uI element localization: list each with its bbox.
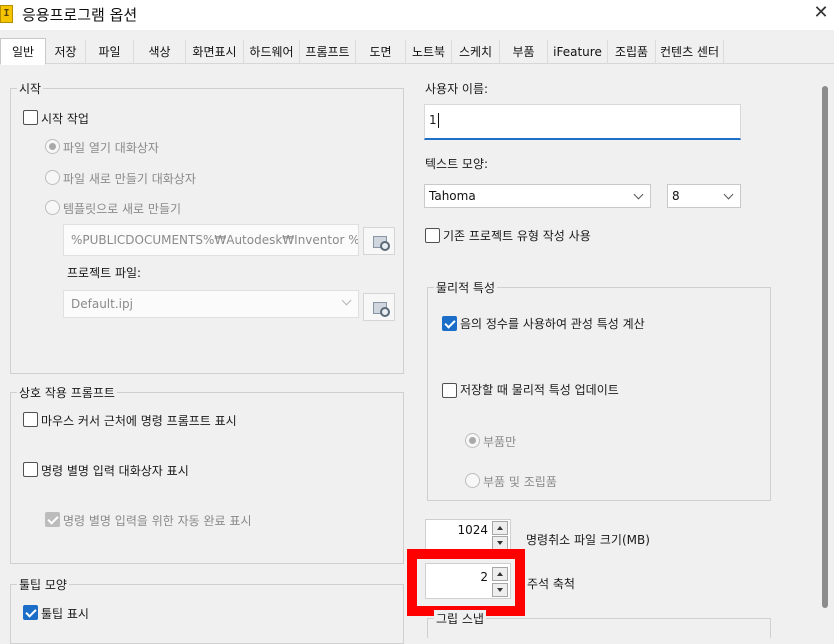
- chevron-down-icon: [341, 295, 352, 306]
- radio-new-from-template[interactable]: [45, 200, 60, 215]
- text-style-label: 텍스트 모양:: [425, 157, 489, 171]
- undo-size-down-button[interactable]: [492, 536, 508, 550]
- update-on-save-checkbox[interactable]: [442, 383, 457, 398]
- font-value: Tahoma: [429, 189, 476, 203]
- legacy-project-label: 기존 프로젝트 유형 작성 사용: [443, 229, 591, 243]
- chevron-down-icon: [723, 189, 734, 200]
- username-label: 사용자 이름:: [425, 82, 489, 96]
- tab-assembly[interactable]: 조립품: [608, 40, 656, 64]
- undo-size-label: 명령취소 파일 크기(MB): [526, 533, 650, 547]
- show-alias-dialog-label: 명령 별명 입력 대화상자 표시: [41, 464, 189, 478]
- radio-open-dialog[interactable]: [45, 139, 60, 154]
- project-file-select[interactable]: Default.ipj: [63, 290, 359, 318]
- tab-colors[interactable]: 색상: [134, 40, 186, 64]
- font-size-select[interactable]: 8: [667, 184, 741, 208]
- alias-autocomplete-checkbox[interactable]: [45, 512, 60, 527]
- show-near-cursor-checkbox[interactable]: [23, 412, 38, 427]
- title-bar: I 응용프로그램 옵션 ✕: [0, 0, 834, 30]
- radio-parts-only[interactable]: [465, 433, 480, 448]
- alias-autocomplete-label: 명령 별명 입력을 위한 자동 완료 표시: [63, 514, 252, 528]
- template-path-field[interactable]: %PUBLICDOCUMENTS%₩Autodesk₩Inventor %F: [63, 224, 359, 256]
- tab-ifeature[interactable]: iFeature: [548, 40, 608, 64]
- radio-open-dialog-label: 파일 열기 대화상자: [63, 141, 159, 155]
- show-near-cursor-label: 마우스 커서 근처에 명령 프롬프트 표시: [41, 414, 237, 428]
- tab-file[interactable]: 파일: [86, 40, 134, 64]
- tab-part[interactable]: 부품: [500, 40, 548, 64]
- inventor-app-icon: I: [0, 5, 13, 23]
- startup-action-checkbox[interactable]: [23, 110, 38, 125]
- legacy-project-checkbox[interactable]: [425, 228, 440, 243]
- physical-properties-title: 물리적 특성: [434, 279, 498, 296]
- startup-action-label: 시작 작업: [41, 112, 89, 126]
- grip-snap-title: 그립 스냅: [434, 610, 486, 627]
- chevron-down-icon: [633, 189, 644, 200]
- tab-drawing[interactable]: 도면: [356, 40, 406, 64]
- radio-parts-and-assemblies[interactable]: [465, 473, 480, 488]
- font-select[interactable]: Tahoma: [424, 184, 651, 208]
- show-tooltip-label: 툴팁 표시: [41, 607, 89, 621]
- show-tooltip-checkbox[interactable]: [23, 605, 38, 620]
- tooltip-group-title: 툴팁 모양: [17, 576, 69, 593]
- undo-size-value: 1024: [457, 523, 488, 537]
- tab-hardware[interactable]: 하드웨어: [244, 40, 300, 64]
- project-file-label: 프로젝트 파일:: [67, 266, 142, 280]
- negative-integer-checkbox[interactable]: [442, 316, 457, 331]
- show-alias-dialog-checkbox[interactable]: [23, 462, 38, 477]
- radio-new-dialog[interactable]: [45, 170, 60, 185]
- project-file-value: Default.ipj: [71, 297, 133, 311]
- browse-template-button[interactable]: [363, 227, 395, 255]
- update-on-save-label: 저장할 때 물리적 특성 업데이트: [460, 383, 619, 397]
- radio-new-dialog-label: 파일 새로 만들기 대화상자: [63, 172, 196, 186]
- interactive-prompts-title: 상호 작용 프롬프트: [17, 384, 117, 401]
- tab-prompts[interactable]: 프롬프트: [300, 40, 356, 64]
- tab-save[interactable]: 저장: [46, 40, 86, 64]
- username-input[interactable]: 1: [424, 104, 741, 140]
- radio-parts-only-label: 부품만: [483, 435, 517, 449]
- radio-new-from-template-label: 템플릿으로 새로 만들기: [63, 202, 182, 216]
- undo-size-up-button[interactable]: [492, 521, 508, 535]
- negative-integer-label: 음의 정수를 사용하여 관성 특성 계산: [460, 317, 645, 331]
- vertical-scrollbar[interactable]: [822, 86, 828, 608]
- text-caret: [437, 113, 439, 128]
- tab-content-center[interactable]: 컨텐츠 센터: [656, 40, 724, 64]
- window-title: 응용프로그램 옵션: [22, 6, 138, 24]
- startup-group-title: 시작: [17, 80, 44, 97]
- tab-bar: 일반 저장 파일 색상 화면표시 하드웨어 프롬프트 도면 노트북 스케치 부품…: [0, 38, 834, 65]
- tab-notebook[interactable]: 노트북: [406, 40, 452, 64]
- font-size-value: 8: [672, 189, 680, 203]
- tab-general[interactable]: 일반: [0, 38, 46, 65]
- browse-project-button[interactable]: [363, 293, 395, 321]
- close-button[interactable]: ✕: [808, 2, 834, 26]
- annotation-scale-label: 주석 축척: [527, 577, 575, 591]
- tab-sketch[interactable]: 스케치: [452, 40, 500, 64]
- radio-parts-and-assemblies-label: 부품 및 조립품: [483, 475, 557, 489]
- username-value: 1: [429, 113, 437, 127]
- tab-display[interactable]: 화면표시: [186, 40, 244, 64]
- red-highlight-box: [407, 549, 525, 616]
